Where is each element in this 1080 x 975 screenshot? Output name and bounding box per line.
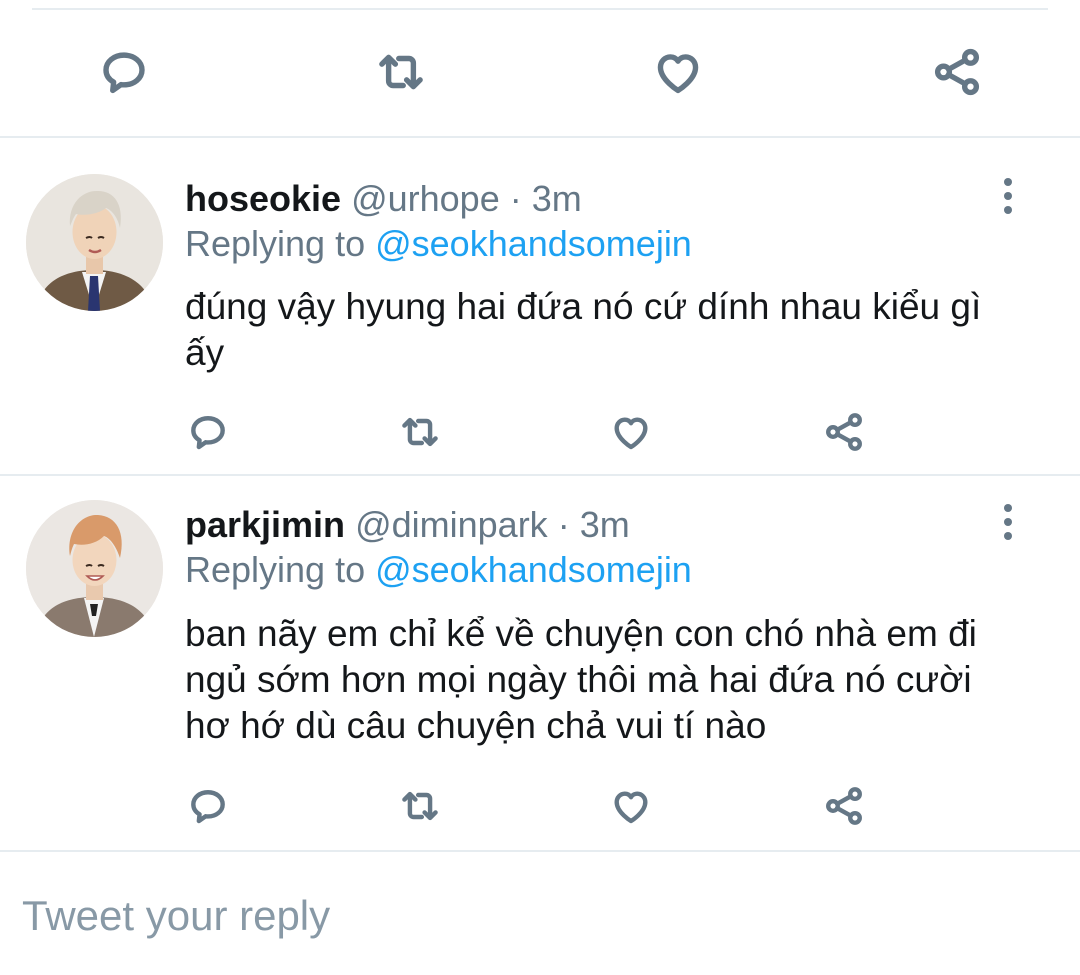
more-options-button[interactable] — [988, 172, 1028, 220]
timestamp[interactable]: 3m — [580, 504, 630, 545]
like-icon — [609, 410, 653, 454]
reply-tweet[interactable]: hoseokie @urhope · 3m Replying to @seokh… — [0, 138, 1080, 474]
replying-prefix: Replying to — [185, 549, 376, 590]
display-name[interactable]: parkjimin — [185, 504, 345, 545]
display-name[interactable]: hoseokie — [185, 178, 341, 219]
like-button[interactable] — [599, 400, 663, 464]
more-icon-dot — [1004, 178, 1012, 186]
share-button[interactable] — [812, 400, 876, 464]
reply-button[interactable] — [176, 400, 240, 464]
retweet-button[interactable] — [369, 40, 433, 104]
reply-icon — [186, 410, 230, 454]
tweet-header: hoseokie @urhope · 3m — [185, 177, 582, 221]
tweet-text: ban nãy em chỉ kể về chuyện con chó nhà … — [185, 613, 977, 746]
share-icon — [930, 45, 984, 99]
more-icon-dot — [1004, 504, 1012, 512]
user-handle[interactable]: @urhope — [351, 178, 500, 219]
tweet-reply-input[interactable] — [22, 888, 1022, 944]
like-icon — [651, 45, 705, 99]
more-icon-dot — [1004, 518, 1012, 526]
user-handle[interactable]: @diminpark — [355, 504, 548, 545]
more-icon-dot — [1004, 206, 1012, 214]
reply-button[interactable] — [92, 40, 156, 104]
separator-dot: · — [509, 178, 522, 219]
reply-button[interactable] — [176, 774, 240, 838]
avatar-image — [26, 174, 163, 311]
retweet-icon — [398, 410, 442, 454]
avatar[interactable] — [26, 500, 163, 637]
like-button[interactable] — [599, 774, 663, 838]
separator-dot: · — [557, 504, 570, 545]
tweet-actions — [0, 774, 1080, 854]
retweet-icon — [374, 45, 428, 99]
replying-to-link[interactable]: @seokhandsomejin — [375, 549, 692, 590]
like-button[interactable] — [646, 40, 710, 104]
share-icon — [822, 410, 866, 454]
retweet-icon — [398, 784, 442, 828]
replying-to: Replying to @seokhandsomejin — [185, 548, 692, 592]
retweet-button[interactable] — [388, 400, 452, 464]
reply-tweet[interactable]: parkjimin @diminpark · 3m Replying to @s… — [0, 476, 1080, 850]
replying-to-link[interactable]: @seokhandsomejin — [375, 223, 692, 264]
like-icon — [609, 784, 653, 828]
retweet-button[interactable] — [388, 774, 452, 838]
tweet-text: đúng vậy hyung hai đứa nó cứ dính nhau k… — [185, 286, 982, 373]
avatar[interactable] — [26, 174, 163, 311]
main-tweet-actions — [0, 40, 1080, 120]
share-button[interactable] — [812, 774, 876, 838]
divider — [0, 850, 1080, 852]
replying-to: Replying to @seokhandsomejin — [185, 222, 692, 266]
top-divider — [32, 8, 1048, 10]
avatar-image — [26, 500, 163, 637]
timestamp[interactable]: 3m — [532, 178, 582, 219]
more-icon-dot — [1004, 192, 1012, 200]
tweet-header: parkjimin @diminpark · 3m — [185, 503, 630, 547]
reply-icon — [97, 45, 151, 99]
tweet-actions — [0, 400, 1080, 480]
replying-prefix: Replying to — [185, 223, 376, 264]
share-icon — [822, 784, 866, 828]
reply-icon — [186, 784, 230, 828]
share-button[interactable] — [925, 40, 989, 104]
more-icon-dot — [1004, 532, 1012, 540]
more-options-button[interactable] — [988, 498, 1028, 546]
